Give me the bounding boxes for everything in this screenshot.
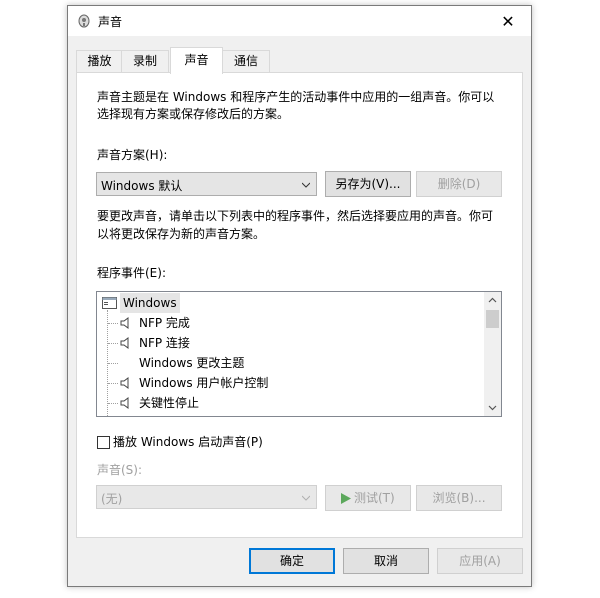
events-root-item[interactable]: Windows xyxy=(100,293,300,313)
apply-button[interactable]: 应用(A) xyxy=(437,548,523,574)
list-item[interactable]: 关键性停止 xyxy=(97,393,477,413)
list-scrollbar[interactable] xyxy=(484,292,501,416)
scroll-up-icon[interactable] xyxy=(488,296,497,305)
startup-sound-label[interactable]: 播放 Windows 启动声音(P) xyxy=(113,432,263,452)
test-label: 测试(T) xyxy=(354,491,395,505)
scheme-value: Windows 默认 xyxy=(101,179,183,193)
speaker-app-icon xyxy=(78,14,90,28)
title-bar: 声音 ✕ xyxy=(68,6,531,36)
startup-sound-checkbox[interactable] xyxy=(97,436,110,449)
speaker-icon xyxy=(120,397,129,409)
save-as-button[interactable]: 另存为(V)... xyxy=(325,171,411,197)
speaker-icon xyxy=(120,377,129,389)
play-icon xyxy=(341,493,351,504)
sound-dropdown[interactable]: (无) xyxy=(96,485,317,509)
browse-button[interactable]: 浏览(B)... xyxy=(416,485,502,511)
tree-branch xyxy=(108,323,118,324)
tab-sounds[interactable]: 声音 xyxy=(170,47,223,74)
chevron-down-icon xyxy=(302,182,310,188)
list-item[interactable]: Windows 更改主题 xyxy=(97,353,477,373)
tab-playback[interactable]: 播放 xyxy=(76,50,123,72)
events-root-label: Windows xyxy=(120,293,180,313)
change-text-line1: 要更改声音，请单击以下列表中的程序事件，然后选择要应用的声音。你可 xyxy=(97,209,494,223)
scroll-down-icon[interactable] xyxy=(488,403,497,412)
speaker-icon xyxy=(120,337,129,349)
event-label: Windows 用户帐户控制 xyxy=(139,376,269,390)
speaker-icon xyxy=(120,317,129,329)
cancel-button[interactable]: 取消 xyxy=(343,548,429,574)
test-button[interactable]: 测试(T) xyxy=(325,485,411,511)
tab-communications[interactable]: 通信 xyxy=(222,50,270,72)
tree-branch xyxy=(108,343,118,344)
event-label: Windows 更改主题 xyxy=(139,356,245,370)
ok-button[interactable]: 确定 xyxy=(249,548,335,574)
scheme-dropdown[interactable]: Windows 默认 xyxy=(96,172,317,196)
scrollbar-thumb[interactable] xyxy=(486,310,499,328)
change-text-line2: 以将更改保存为新的声音方案。 xyxy=(97,227,266,241)
sound-label: 声音(S): xyxy=(97,463,143,477)
scheme-label: 声音方案(H): xyxy=(97,148,168,162)
intro-text-line2: 选择现有方案或保存修改后的方案。 xyxy=(97,107,290,121)
windows-folder-icon xyxy=(102,297,117,309)
delete-button[interactable]: 删除(D) xyxy=(416,171,502,197)
event-label: NFP 连接 xyxy=(139,336,190,350)
list-item[interactable]: Windows 用户帐户控制 xyxy=(97,373,477,393)
program-events-list[interactable]: Windows NFP 完成 NFP 连接 Windows 更改主题 Windo… xyxy=(96,291,502,417)
window-title: 声音 xyxy=(98,15,123,29)
events-label: 程序事件(E): xyxy=(97,266,166,280)
chevron-down-icon xyxy=(302,495,310,501)
sound-value: (无) xyxy=(101,492,123,506)
event-label: NFP 完成 xyxy=(139,316,190,330)
tree-branch xyxy=(108,383,118,384)
tab-recording[interactable]: 录制 xyxy=(121,50,169,72)
list-item[interactable]: NFP 完成 xyxy=(97,313,477,333)
tree-branch xyxy=(108,403,118,404)
event-label: 关键性停止 xyxy=(139,396,200,410)
close-icon[interactable]: ✕ xyxy=(485,6,531,36)
list-item[interactable]: NFP 连接 xyxy=(97,333,477,353)
tree-branch xyxy=(108,363,118,364)
